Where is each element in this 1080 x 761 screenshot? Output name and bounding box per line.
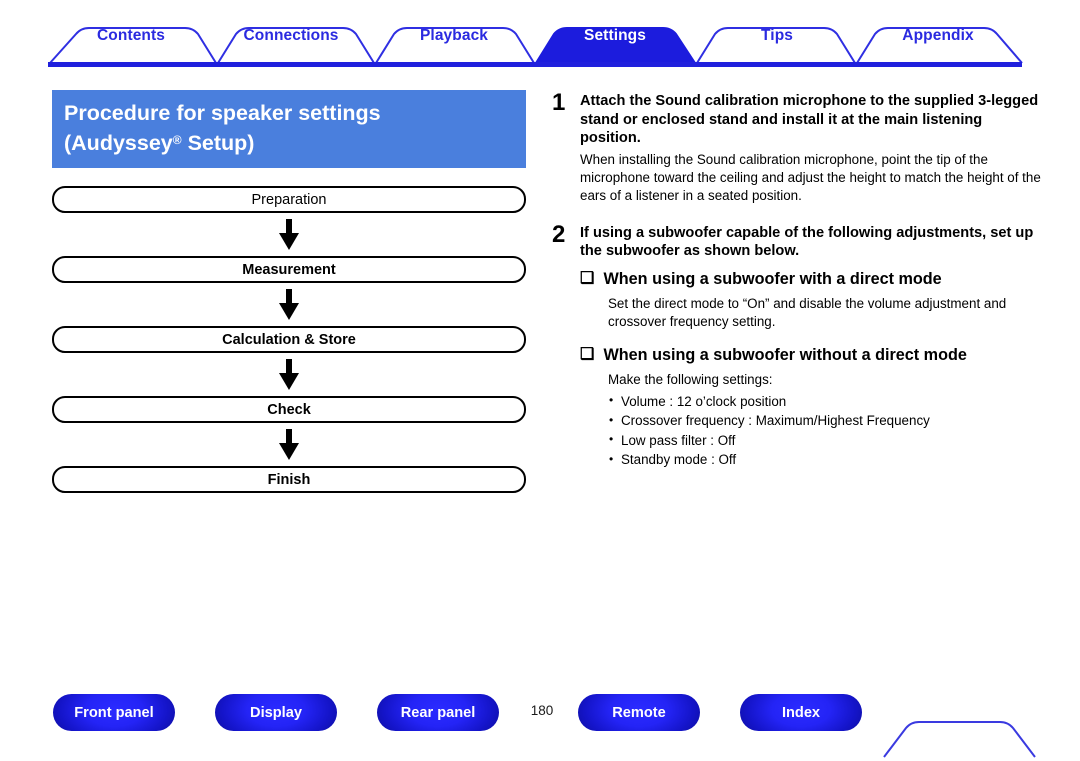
tab-bar-rule: [48, 62, 1022, 67]
step-heading: If using a subwoofer capable of the foll…: [580, 224, 1034, 260]
instruction-step-1: 1 Attach the Sound calibration microphon…: [552, 89, 1044, 205]
flow-step-check: Check: [52, 396, 526, 423]
list-item: Standby mode : Off: [608, 450, 1044, 470]
list-item: Volume : 12 o’clock position: [608, 391, 1044, 412]
page-title-line2-suffix: Setup): [181, 131, 255, 155]
shadow-box-bullet-icon: ❑: [580, 344, 595, 363]
subsection-description: Set the direct mode to “On” and disable …: [608, 295, 1007, 329]
step-number: 2: [552, 220, 566, 248]
down-arrow-icon: [279, 358, 299, 390]
subwoofer-settings-list: Volume : 12 o’clock position Crossover f…: [608, 391, 1044, 470]
down-arrow-icon: [279, 288, 299, 320]
flow-step-label: Calculation & Store: [222, 331, 356, 348]
flow-step-preparation: Preparation: [52, 186, 526, 213]
flow-step-label: Preparation: [251, 191, 327, 208]
tab-connections[interactable]: Connections: [244, 27, 339, 45]
right-column: 1 Attach the Sound calibration microphon…: [552, 89, 1044, 470]
left-column: Procedure for speaker settings (Audyssey…: [52, 90, 526, 493]
page-title: Procedure for speaker settings (Audyssey…: [52, 90, 526, 168]
shadow-box-bullet-icon: ❑: [580, 268, 595, 287]
subsection-heading-direct-mode: ❑ When using a subwoofer with a direct m…: [580, 269, 1044, 290]
speaker-setup-flowchart: Preparation Measurement Calculation & St…: [52, 186, 526, 493]
nav-front-panel-button[interactable]: Front panel: [53, 694, 175, 731]
tab-contents[interactable]: Contents: [97, 27, 165, 45]
flow-step-label: Finish: [267, 471, 311, 488]
footer-tab-outline: [883, 721, 1036, 758]
list-item: Low pass filter : Off: [608, 430, 1044, 451]
step-heading: Attach the Sound calibration microphone …: [580, 93, 1039, 146]
flow-arrow-2: [52, 283, 526, 326]
flow-arrow-4: [52, 423, 526, 466]
flow-step-measurement: Measurement: [52, 256, 526, 283]
tab-tips[interactable]: Tips: [761, 27, 793, 45]
tab-playback[interactable]: Playback: [420, 27, 488, 45]
registered-trademark-icon: ®: [172, 133, 182, 147]
step-number: 1: [552, 89, 566, 116]
list-item: Crossover frequency : Maximum/Highest Fr…: [608, 411, 1044, 431]
subsection-description: Make the following settings:: [608, 371, 773, 387]
subsection-title: When using a subwoofer without a direct …: [603, 345, 967, 364]
tab-settings[interactable]: Settings: [584, 27, 646, 45]
flow-step-calculation-and-store: Calculation & Store: [52, 326, 526, 353]
flow-step-label: Check: [267, 401, 311, 418]
flow-step-finish: Finish: [52, 466, 526, 493]
nav-remote-button[interactable]: Remote: [578, 694, 700, 731]
subsection-heading-without-direct-mode: ❑ When using a subwoofer without a direc…: [580, 345, 1044, 366]
down-arrow-icon: [279, 218, 299, 250]
tab-appendix[interactable]: Appendix: [902, 27, 973, 45]
page-number: 180: [530, 703, 554, 718]
tab-bar: Contents Connections Playback Settings T…: [0, 0, 1080, 70]
flow-step-label: Measurement: [242, 261, 336, 278]
flow-arrow-1: [52, 213, 526, 256]
nav-display-button[interactable]: Display: [215, 694, 337, 731]
flow-arrow-3: [52, 353, 526, 396]
subsection-title: When using a subwoofer with a direct mod…: [603, 269, 942, 288]
nav-rear-panel-button[interactable]: Rear panel: [377, 694, 499, 731]
page-title-line1: Procedure for speaker settings: [64, 101, 381, 125]
instruction-step-2: 2 If using a subwoofer capable of the fo…: [552, 220, 1044, 470]
nav-index-button[interactable]: Index: [740, 694, 862, 731]
page-title-line2-prefix: (Audyssey: [64, 131, 173, 155]
down-arrow-icon: [279, 428, 299, 460]
step-description: When installing the Sound calibration mi…: [580, 151, 1041, 203]
footer-navigation: Front panel Display Rear panel 180 Remot…: [0, 694, 1080, 761]
